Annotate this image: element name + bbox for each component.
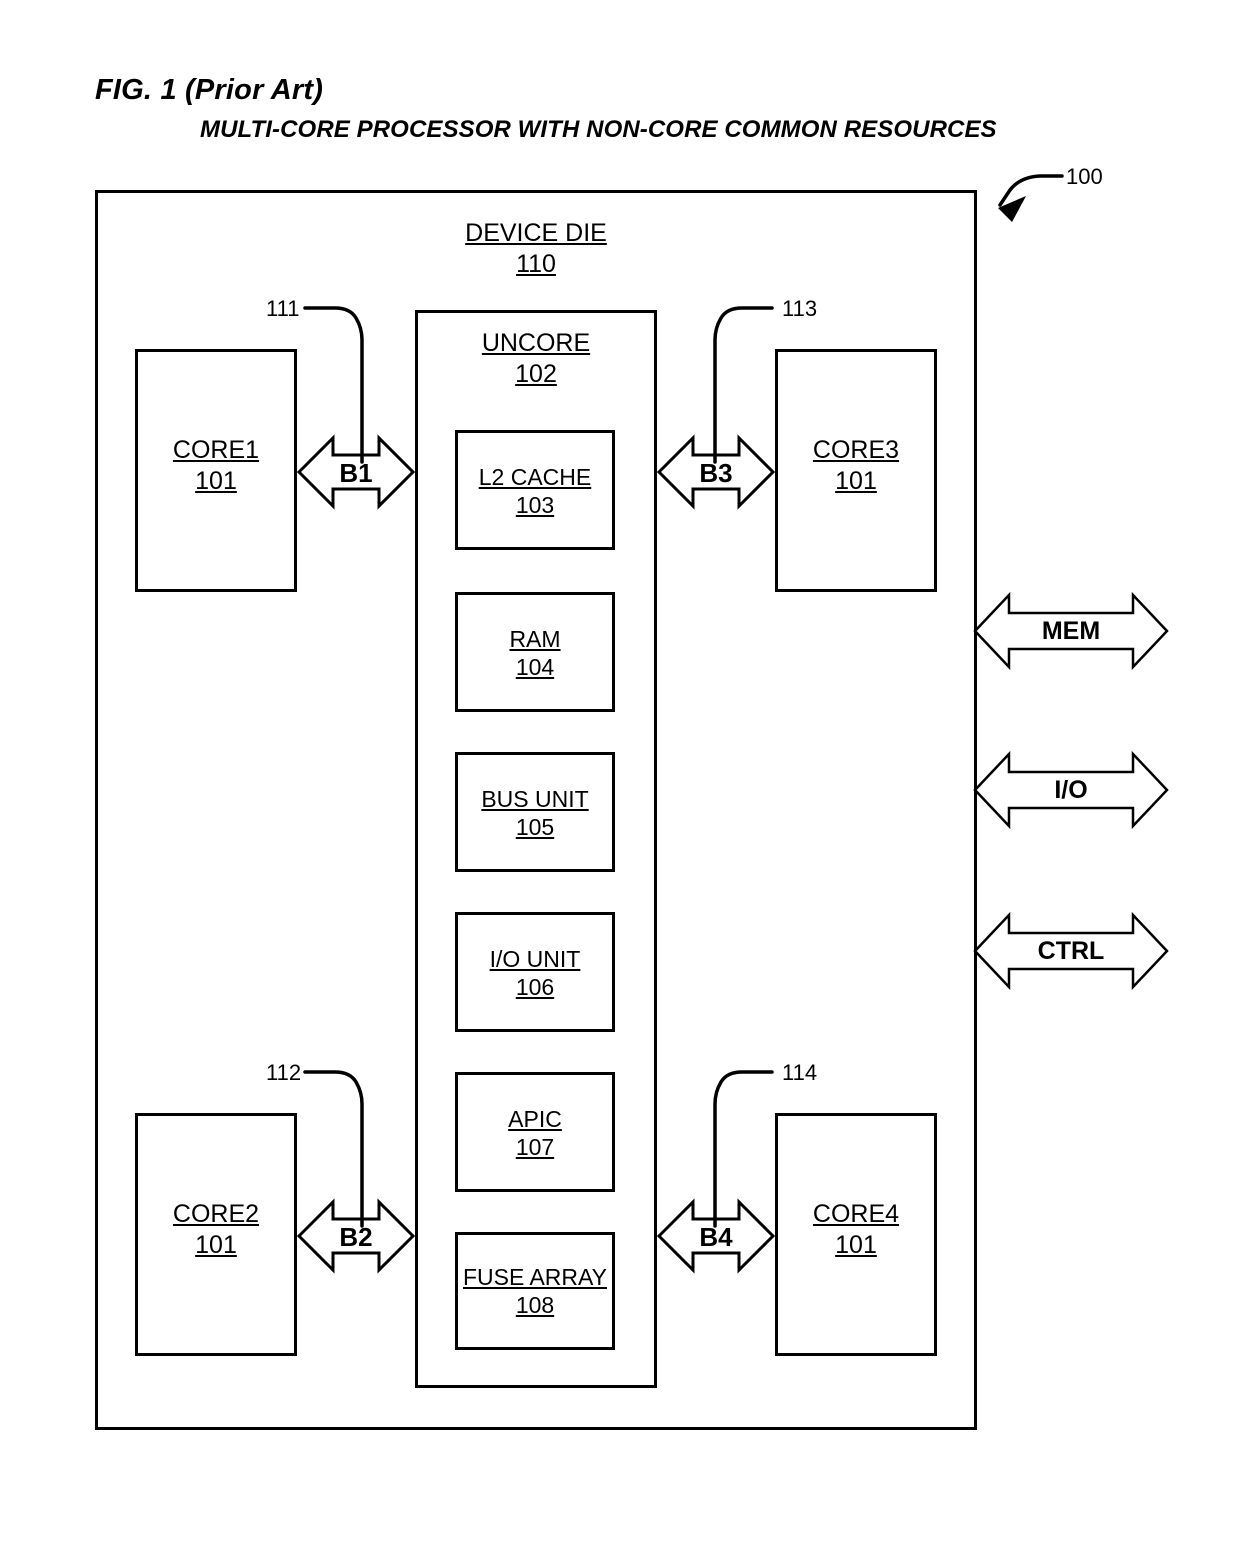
core-title: CORE1 (172, 436, 260, 464)
core-title: CORE2 (172, 1200, 260, 1228)
block-title: I/O UNIT (489, 946, 581, 972)
bus-ref-number-112: 112 (266, 1060, 302, 1085)
external-label-io: I/O (1054, 776, 1088, 804)
uncore-block-bus-unit: BUS UNIT 105 (455, 752, 615, 872)
core-box-core4: CORE4 101 (775, 1113, 937, 1356)
device-die-label: DEVICE DIE 110 (415, 218, 657, 281)
core-ref: 101 (195, 1230, 237, 1259)
uncore-block-l2-cache: L2 CACHE 103 (455, 430, 615, 550)
block-title: APIC (508, 1106, 562, 1132)
system-ref-number: 100 (1066, 164, 1103, 189)
core-title: CORE3 (812, 436, 900, 464)
block-ref: 105 (515, 814, 555, 841)
system-ref-leader (998, 174, 1064, 222)
bus-label-b4: B4 (699, 1222, 733, 1252)
core-ref: 101 (195, 466, 237, 495)
block-title: BUS UNIT (481, 786, 589, 812)
core-ref: 101 (835, 1230, 877, 1259)
uncore-label: UNCORE 102 (415, 328, 657, 391)
figure-subtitle: MULTI-CORE PROCESSOR WITH NON-CORE COMMO… (200, 116, 997, 143)
core-title: CORE4 (812, 1200, 900, 1228)
uncore-ref: 102 (515, 360, 557, 389)
core-box-core3: CORE3 101 (775, 349, 937, 592)
uncore-title: UNCORE (481, 329, 591, 357)
uncore-block-fuse-array: FUSE ARRAY 108 (455, 1232, 615, 1350)
bus-ref-number-113: 113 (782, 296, 818, 321)
bus-label-b2: B2 (339, 1222, 373, 1252)
figure-label: FIG. 1 (Prior Art) (95, 74, 324, 106)
block-title: L2 CACHE (478, 464, 592, 490)
uncore-block-io-unit: I/O UNIT 106 (455, 912, 615, 1032)
external-label-mem: MEM (1041, 617, 1101, 645)
core-ref: 101 (835, 466, 877, 495)
bus-ref-number-111: 111 (266, 296, 300, 321)
device-die-title: DEVICE DIE (465, 219, 607, 247)
uncore-block-apic: APIC 107 (455, 1072, 615, 1192)
external-label-ctrl: CTRL (1037, 937, 1105, 965)
bus-label-b1: B1 (339, 458, 373, 488)
figure-canvas: FIG. 1 (Prior Art) MULTI-CORE PROCESSOR … (0, 0, 1240, 1545)
block-ref: 104 (515, 654, 555, 681)
block-title: RAM (509, 626, 561, 652)
bus-label-b3: B3 (699, 458, 733, 488)
block-title: FUSE ARRAY (463, 1264, 607, 1290)
core-box-core1: CORE1 101 (135, 349, 297, 592)
block-ref: 106 (515, 974, 555, 1001)
block-ref: 103 (515, 492, 555, 519)
block-ref: 107 (515, 1134, 555, 1161)
bus-ref-number-114: 114 (782, 1060, 818, 1085)
device-die-ref: 110 (516, 250, 556, 279)
uncore-block-ram: RAM 104 (455, 592, 615, 712)
core-box-core2: CORE2 101 (135, 1113, 297, 1356)
block-ref: 108 (515, 1292, 555, 1319)
